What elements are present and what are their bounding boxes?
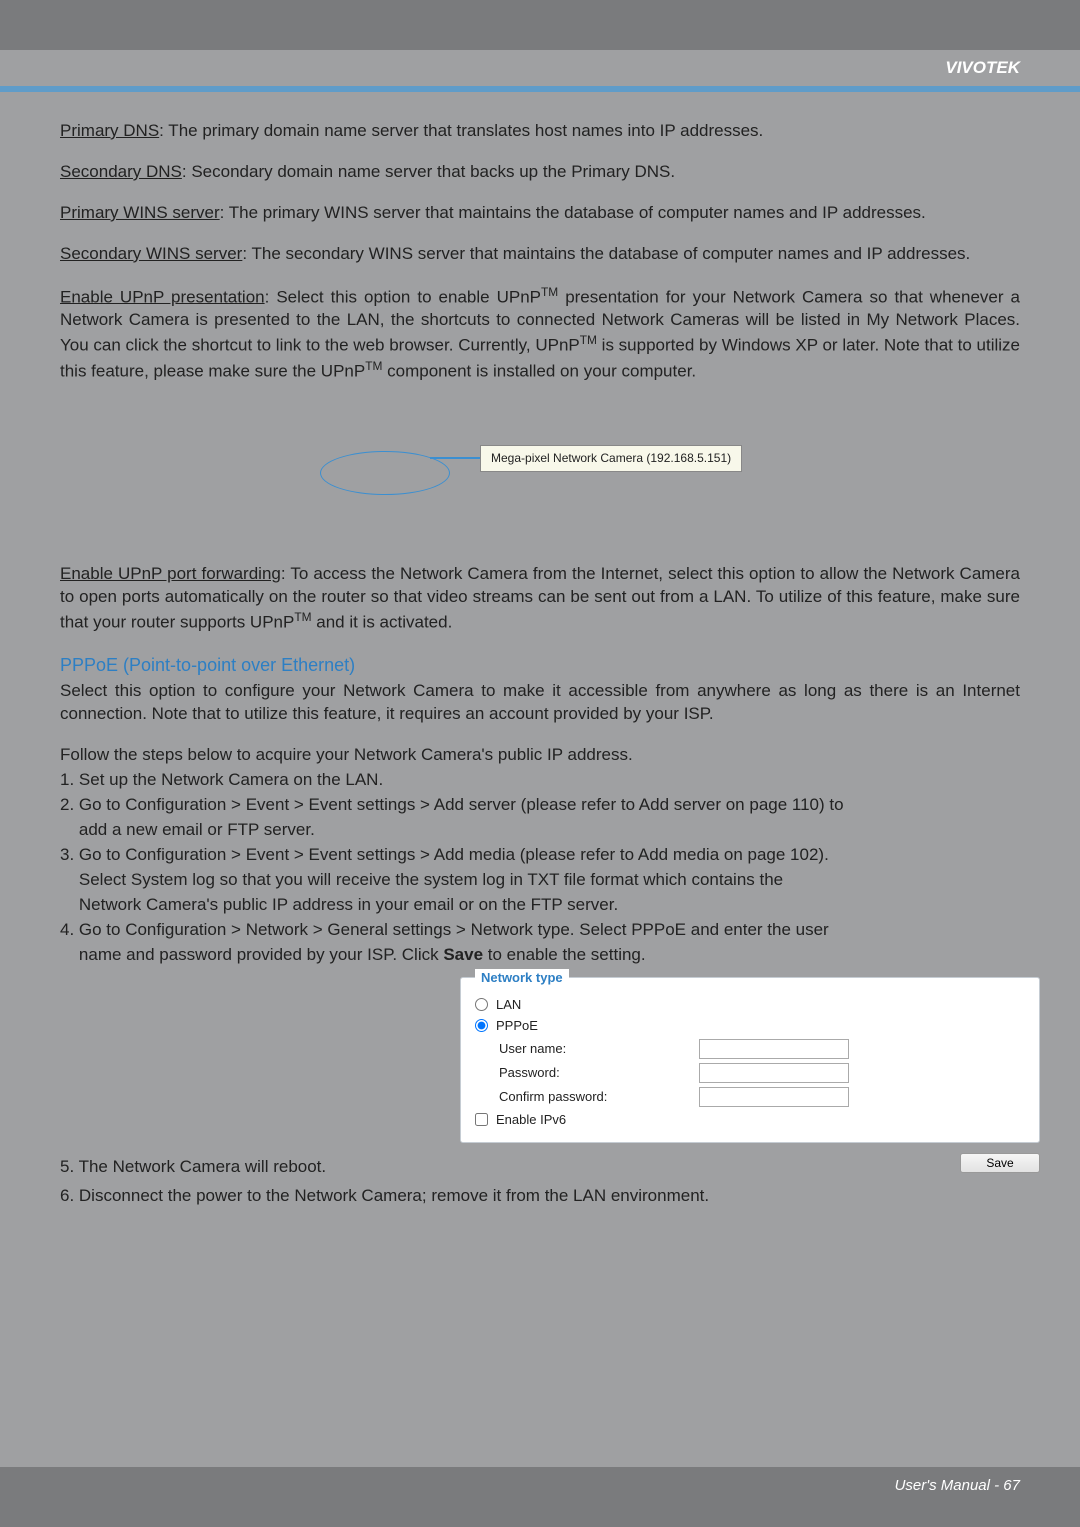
pppoe-step4: name and password provided by your ISP. … xyxy=(60,944,1020,967)
network-type-panel: Network type LAN PPPoE User name: Passwo… xyxy=(460,977,1040,1144)
pppoe-radio-row: PPPoE xyxy=(475,1017,1025,1035)
password-row: Password: xyxy=(499,1063,1025,1083)
upnp-port-def: Enable UPnP port forwarding: To access t… xyxy=(60,563,1020,634)
pppoe-step2a: 2. Go to Configuration > Event > Event s… xyxy=(60,794,1020,817)
pppoe-follow: Follow the steps below to acquire your N… xyxy=(60,744,1020,767)
footer-text: User's Manual - 67 xyxy=(0,1467,1080,1494)
upnp-presentation-term: Enable UPnP presentation xyxy=(60,287,265,306)
primary-wins-term: Primary WINS server xyxy=(60,203,220,222)
pppoe-step3b: Select System log so that you will recei… xyxy=(60,869,1020,892)
secondary-wins-text: : The secondary WINS server that maintai… xyxy=(242,244,970,263)
secondary-dns-text: : Secondary domain name server that back… xyxy=(182,162,675,181)
pppoe-step3c: Network Camera's public IP address in yo… xyxy=(60,894,1020,917)
pppoe-step6: 6. Disconnect the power to the Network C… xyxy=(60,1185,1020,1208)
upnp-callout: Mega-pixel Network Camera (192.168.5.151… xyxy=(320,423,760,523)
lan-radio[interactable] xyxy=(475,998,488,1011)
username-label: User name: xyxy=(499,1040,699,1058)
lan-radio-row: LAN xyxy=(475,996,1025,1014)
pppoe-step3a: 3. Go to Configuration > Event > Event s… xyxy=(60,844,1020,867)
pppoe-intro: Select this option to configure your Net… xyxy=(60,680,1020,726)
password-label: Password: xyxy=(499,1064,699,1082)
callout-tooltip: Mega-pixel Network Camera (192.168.5.151… xyxy=(480,445,742,471)
network-type-legend: Network type xyxy=(475,969,569,987)
ipv6-row: Enable IPv6 xyxy=(475,1111,1025,1129)
upnp-port-term: Enable UPnP port forwarding xyxy=(60,564,281,583)
lan-label: LAN xyxy=(496,996,521,1014)
primary-dns-def: Primary DNS: The primary domain name ser… xyxy=(60,120,1020,143)
username-row: User name: xyxy=(499,1039,1025,1059)
pppoe-title: PPPoE (Point-to-point over Ethernet) xyxy=(60,653,1020,677)
confirm-label: Confirm password: xyxy=(499,1088,699,1106)
ipv6-label: Enable IPv6 xyxy=(496,1111,566,1129)
page-content: Primary DNS: The primary domain name ser… xyxy=(0,92,1080,1208)
page-footer: User's Manual - 67 xyxy=(0,1467,1080,1527)
confirm-row: Confirm password: xyxy=(499,1087,1025,1107)
primary-dns-term: Primary DNS xyxy=(60,121,159,140)
confirm-password-input[interactable] xyxy=(699,1087,849,1107)
secondary-wins-def: Secondary WINS server: The secondary WIN… xyxy=(60,243,1020,266)
pppoe-step4a: 4. Go to Configuration > Network > Gener… xyxy=(60,919,1020,942)
upnp-presentation-def: Enable UPnP presentation: Select this op… xyxy=(60,284,1020,384)
secondary-dns-term: Secondary DNS xyxy=(60,162,182,181)
secondary-wins-term: Secondary WINS server xyxy=(60,244,242,263)
primary-wins-text: : The primary WINS server that maintains… xyxy=(220,203,926,222)
pppoe-step2b: add a new email or FTP server. xyxy=(60,819,1020,842)
brand-bar: VIVOTEK xyxy=(0,50,1080,86)
ipv6-checkbox[interactable] xyxy=(475,1113,488,1126)
pppoe-label: PPPoE xyxy=(496,1017,538,1035)
secondary-dns-def: Secondary DNS: Secondary domain name ser… xyxy=(60,161,1020,184)
save-button[interactable]: Save xyxy=(960,1153,1040,1173)
primary-wins-def: Primary WINS server: The primary WINS se… xyxy=(60,202,1020,225)
password-input[interactable] xyxy=(699,1063,849,1083)
primary-dns-text: : The primary domain name server that tr… xyxy=(159,121,763,140)
username-input[interactable] xyxy=(699,1039,849,1059)
pppoe-radio[interactable] xyxy=(475,1019,488,1032)
pppoe-steps: Follow the steps below to acquire your N… xyxy=(60,744,1020,966)
brand-name: VIVOTEK xyxy=(945,58,1020,77)
page-top-margin xyxy=(0,0,1080,50)
pppoe-step5: 5. The Network Camera will reboot. xyxy=(60,1156,1020,1179)
pppoe-step1: 1. Set up the Network Camera on the LAN. xyxy=(60,769,1020,792)
